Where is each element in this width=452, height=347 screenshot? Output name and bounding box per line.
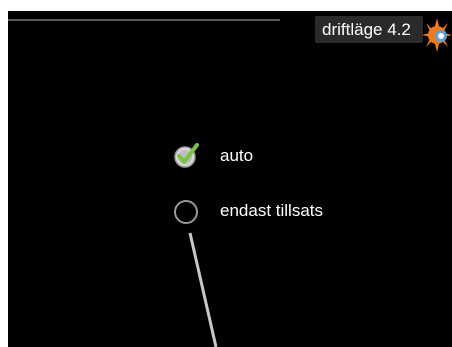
knob-pointer-line bbox=[188, 232, 218, 347]
display-screen: driftläge 4.2 auto endast tillsats bbox=[8, 11, 452, 347]
